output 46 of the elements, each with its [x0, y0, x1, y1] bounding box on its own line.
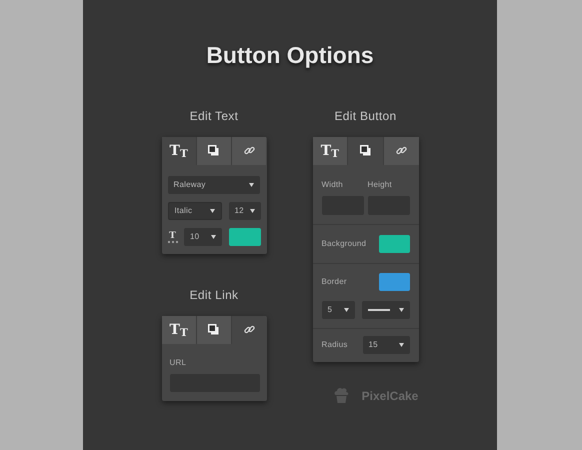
tab[interactable]: T$_{T}$: [312, 136, 348, 164]
caret-icon: [211, 234, 216, 238]
text-format-icon: T$_{T}$: [320, 144, 339, 158]
section-heading: Edit Text: [190, 108, 238, 124]
text-format-icon: T$_{T}$: [170, 322, 188, 336]
field-label: Width: [322, 178, 344, 190]
tab[interactable]: [232, 136, 266, 164]
field-label: Background: [322, 238, 366, 250]
section-heading: Edit Link: [190, 286, 238, 304]
dropdown[interactable]: 5: [322, 300, 354, 318]
tab[interactable]: [196, 316, 232, 344]
caret-icon: [398, 308, 404, 312]
field-label: Height: [368, 178, 393, 190]
link-icon: [396, 145, 407, 156]
color-swatch[interactable]: [378, 234, 410, 252]
tab[interactable]: [196, 136, 232, 164]
tab[interactable]: [384, 136, 419, 164]
color-swatch[interactable]: [378, 272, 410, 290]
caret-icon: [248, 182, 254, 186]
line-style-dropdown[interactable]: [362, 300, 410, 318]
link-icon: [244, 324, 255, 335]
page-title: Button Options: [206, 41, 374, 70]
dropdown[interactable]: Italic: [168, 202, 222, 220]
dropdown[interactable]: 10: [184, 228, 222, 246]
caret-icon: [250, 208, 254, 212]
dropdown[interactable]: 12: [228, 202, 260, 220]
layers-icon: [360, 145, 371, 156]
text-format-icon: T$_{T}$: [170, 144, 188, 158]
layers-icon: [208, 145, 220, 156]
field-label: Border: [322, 276, 347, 288]
field-label: Radius: [322, 339, 348, 351]
tab[interactable]: [348, 136, 384, 164]
field-label: URL: [170, 356, 188, 368]
tab[interactable]: T$_{T}$: [162, 316, 197, 344]
caret-icon: [210, 208, 214, 212]
caret-icon: [344, 308, 348, 312]
color-swatch[interactable]: [228, 228, 260, 246]
solid-line-icon: [368, 308, 390, 310]
section-heading: Edit Button: [334, 108, 396, 124]
link-icon: [244, 145, 255, 156]
dropdown[interactable]: 15: [362, 336, 410, 354]
caret-icon: [398, 343, 404, 347]
dropdown[interactable]: Raleway: [168, 176, 260, 194]
cupcake-icon: [332, 387, 350, 404]
layers-icon: [208, 324, 220, 335]
tab[interactable]: T$_{T}$: [162, 136, 197, 164]
